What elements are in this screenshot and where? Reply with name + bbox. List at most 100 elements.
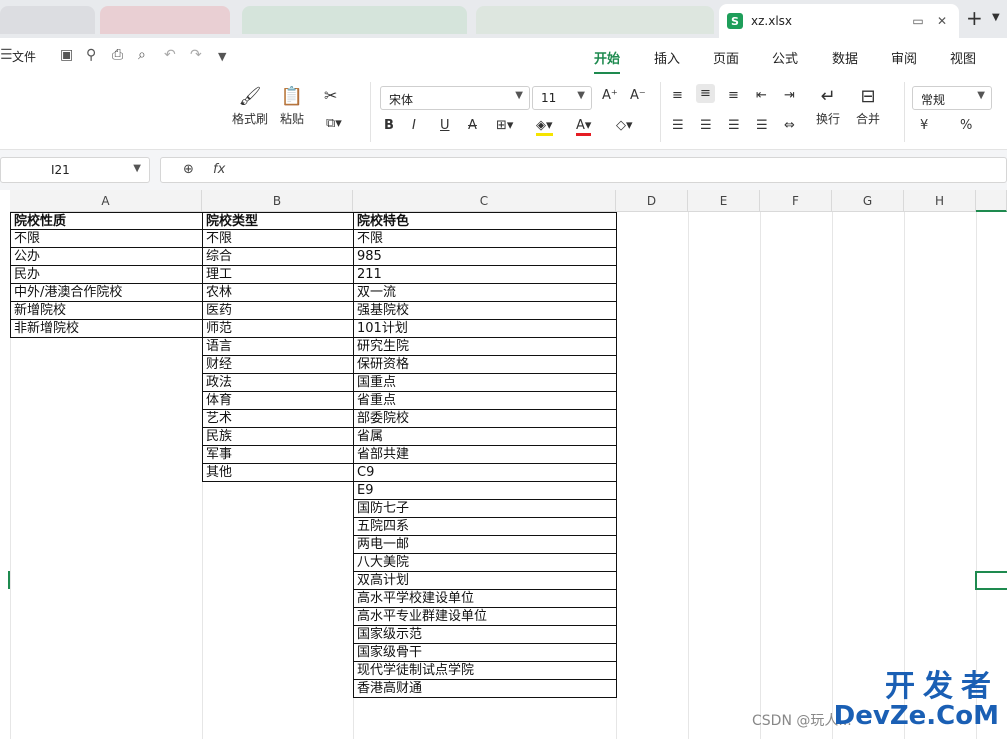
blurred-tab-1[interactable] bbox=[0, 6, 95, 34]
italic-icon[interactable]: I bbox=[412, 118, 416, 133]
active-document-tab[interactable]: S xz.xlsx ▭ ✕ bbox=[719, 4, 959, 38]
cell-b-1[interactable]: 不限 bbox=[202, 230, 354, 248]
cell-b-7[interactable]: 语言 bbox=[202, 338, 354, 356]
column-header-e[interactable]: E bbox=[688, 190, 760, 212]
cell-a-5[interactable]: 新增院校 bbox=[10, 302, 203, 320]
cell-c-11[interactable]: 部委院校 bbox=[353, 410, 617, 428]
header-cell-a[interactable]: 院校性质 bbox=[10, 212, 203, 230]
cell-a-4[interactable]: 中外/港澳合作院校 bbox=[10, 284, 203, 302]
cell-c-26[interactable]: 香港高财通 bbox=[353, 680, 617, 698]
column-header-a[interactable]: A bbox=[10, 190, 202, 212]
cell-b-4[interactable]: 农林 bbox=[202, 284, 354, 302]
cell-b-10[interactable]: 体育 bbox=[202, 392, 354, 410]
underline-icon[interactable]: U bbox=[440, 118, 450, 133]
column-header-d[interactable]: D bbox=[616, 190, 688, 212]
print-icon[interactable]: ⎙ bbox=[112, 47, 123, 63]
border-icon[interactable]: ⊞▾ bbox=[496, 118, 513, 133]
zoom-icon[interactable]: ⊕ bbox=[183, 162, 194, 177]
cell-a-2[interactable]: 公办 bbox=[10, 248, 203, 266]
cell-b-14[interactable]: 其他 bbox=[202, 464, 354, 482]
bold-icon[interactable]: B bbox=[384, 118, 394, 133]
number-format-select[interactable]: 常规 ▼ bbox=[912, 86, 992, 110]
cell-c-13[interactable]: 省部共建 bbox=[353, 446, 617, 464]
tab-home[interactable]: 开始 bbox=[594, 48, 621, 74]
align-center-icon[interactable]: ☰ bbox=[700, 118, 712, 133]
align-right-icon[interactable]: ☰ bbox=[728, 118, 740, 133]
sheet-grid[interactable]: 院校性质 不限 公办 民办 中外/港澳合作院校 新增院校 非新增院校 院校类型 不限 综合 理工 农林… bbox=[0, 212, 1007, 739]
redo-icon[interactable]: ↷ bbox=[190, 47, 202, 63]
selected-cell-i21[interactable] bbox=[975, 571, 1007, 590]
cell-c-1[interactable]: 不限 bbox=[353, 230, 617, 248]
tab-insert[interactable]: 插入 bbox=[654, 48, 680, 67]
increase-font-icon[interactable]: A⁺ bbox=[602, 88, 618, 103]
cell-c-25[interactable]: 现代学徒制试点学院 bbox=[353, 662, 617, 680]
new-tab-button[interactable]: + bbox=[966, 6, 983, 30]
justify-icon[interactable]: ☰ bbox=[756, 118, 768, 133]
cell-b-8[interactable]: 财经 bbox=[202, 356, 354, 374]
cell-c-21[interactable]: 高水平学校建设单位 bbox=[353, 590, 617, 608]
cell-b-5[interactable]: 医药 bbox=[202, 302, 354, 320]
tab-review[interactable]: 审阅 bbox=[891, 48, 917, 67]
distributed-icon[interactable]: ⇔ bbox=[784, 118, 795, 133]
name-box[interactable]: I21 ▼ bbox=[0, 157, 150, 183]
cut-icon[interactable]: ✂ bbox=[324, 86, 337, 105]
percent-icon[interactable]: % bbox=[960, 118, 972, 133]
tab-data[interactable]: 数据 bbox=[832, 48, 858, 67]
cell-c-18[interactable]: 两电一邮 bbox=[353, 536, 617, 554]
cell-b-12[interactable]: 民族 bbox=[202, 428, 354, 446]
cell-c-9[interactable]: 国重点 bbox=[353, 374, 617, 392]
font-name-select[interactable]: 宋体 ▼ bbox=[380, 86, 530, 110]
undo-icon[interactable]: ↶ bbox=[164, 47, 176, 63]
cell-c-7[interactable]: 研究生院 bbox=[353, 338, 617, 356]
column-header-b[interactable]: B bbox=[202, 190, 353, 212]
cell-c-8[interactable]: 保研资格 bbox=[353, 356, 617, 374]
decrease-font-icon[interactable]: A⁻ bbox=[630, 88, 646, 103]
cell-b-6[interactable]: 师范 bbox=[202, 320, 354, 338]
cell-c-10[interactable]: 省重点 bbox=[353, 392, 617, 410]
column-header-g[interactable]: G bbox=[832, 190, 904, 212]
cell-c-15[interactable]: E9 bbox=[353, 482, 617, 500]
merge-button[interactable]: ⊟ 合并 bbox=[856, 86, 880, 127]
print-preview-icon[interactable]: ⌕ bbox=[138, 47, 146, 63]
save-icon[interactable]: ▣ bbox=[60, 47, 73, 63]
cell-b-11[interactable]: 艺术 bbox=[202, 410, 354, 428]
chevron-down-icon[interactable]: ▼ bbox=[218, 50, 226, 63]
cell-b-3[interactable]: 理工 bbox=[202, 266, 354, 284]
cell-c-19[interactable]: 八大美院 bbox=[353, 554, 617, 572]
formula-input[interactable]: ⊕ fx bbox=[160, 157, 1007, 183]
cell-b-2[interactable]: 综合 bbox=[202, 248, 354, 266]
chevron-down-icon[interactable]: ▼ bbox=[992, 12, 1000, 23]
tab-formula[interactable]: 公式 bbox=[772, 48, 798, 67]
cell-b-13[interactable]: 军事 bbox=[202, 446, 354, 464]
paste-button[interactable]: 📋 粘贴 bbox=[280, 86, 304, 127]
tab-page[interactable]: 页面 bbox=[713, 48, 739, 67]
column-header-c[interactable]: C bbox=[353, 190, 616, 212]
cell-a-1[interactable]: 不限 bbox=[10, 230, 203, 248]
font-color-icon[interactable]: A▾ bbox=[576, 118, 592, 136]
cell-c-20[interactable]: 双高计划 bbox=[353, 572, 617, 590]
blurred-tab-2[interactable] bbox=[100, 6, 230, 34]
fill-color-icon[interactable]: ◈▾ bbox=[536, 118, 553, 136]
close-icon[interactable]: ✕ bbox=[933, 14, 951, 28]
column-header-i[interactable] bbox=[976, 190, 1007, 212]
share-icon[interactable]: ⚲ bbox=[86, 47, 96, 63]
cell-c-24[interactable]: 国家级骨干 bbox=[353, 644, 617, 662]
blurred-tab-4[interactable] bbox=[476, 6, 714, 34]
menu-icon[interactable]: ☰ bbox=[0, 47, 13, 63]
tab-view[interactable]: 视图 bbox=[950, 48, 976, 67]
cell-c-12[interactable]: 省属 bbox=[353, 428, 617, 446]
cell-c-3[interactable]: 211 bbox=[353, 266, 617, 284]
align-middle-icon[interactable]: ≡ bbox=[696, 84, 715, 103]
align-bottom-icon[interactable]: ≡ bbox=[728, 88, 739, 103]
cell-a-3[interactable]: 民办 bbox=[10, 266, 203, 284]
cell-c-6[interactable]: 101计划 bbox=[353, 320, 617, 338]
format-painter-button[interactable]: 🖌 格式刷 bbox=[232, 86, 268, 127]
strikethrough-icon[interactable]: A bbox=[468, 118, 477, 133]
cell-c-17[interactable]: 五院四系 bbox=[353, 518, 617, 536]
cell-c-22[interactable]: 高水平专业群建设单位 bbox=[353, 608, 617, 626]
copy-icon[interactable]: ⧉▾ bbox=[326, 116, 342, 131]
screen-icon[interactable]: ▭ bbox=[909, 14, 927, 28]
align-left-icon[interactable]: ☰ bbox=[672, 118, 684, 133]
currency-icon[interactable]: ¥ bbox=[920, 118, 928, 133]
clear-format-icon[interactable]: ◇▾ bbox=[616, 118, 633, 133]
